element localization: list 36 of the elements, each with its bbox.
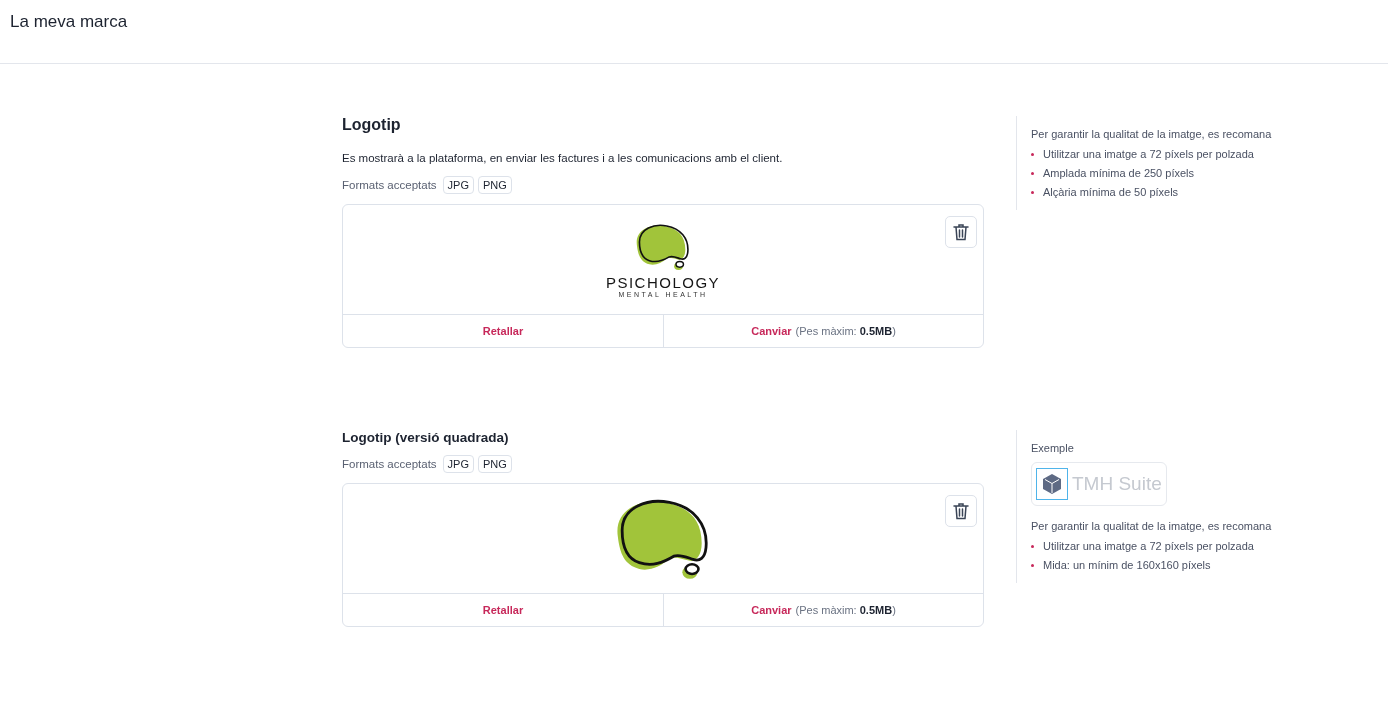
example-logo-text: TMH Suite — [1072, 473, 1162, 495]
recommendations-intro: Per garantir la qualitat de la imatge, es recomana — [1031, 128, 1273, 140]
recommendation-item: Alçària mínima de 50 píxels — [1043, 186, 1179, 198]
formats-label: Formats acceptats — [342, 458, 437, 470]
format-tag: PNG — [478, 455, 512, 473]
page-title: La meva marca — [10, 12, 129, 32]
crop-link[interactable]: Retallar — [482, 325, 524, 337]
example-label: Exemple — [1031, 442, 1075, 454]
delete-button[interactable] — [945, 216, 977, 248]
bullet-icon — [1031, 563, 1034, 567]
bullet-icon — [1031, 152, 1034, 156]
size-limit-text: (Pes màxim: 0.5MB) — [795, 604, 896, 616]
format-tag: JPG — [442, 176, 474, 194]
section-title: Logotip (versió quadrada) — [342, 430, 510, 445]
format-tag: JPG — [442, 455, 474, 473]
section-title: Logotip — [342, 116, 402, 134]
section-description: Es mostrarà a la plataforma, en enviar les factures i a les comunicacions amb el client. — [342, 152, 784, 164]
bullet-icon — [1031, 190, 1034, 194]
bullet-icon — [1031, 171, 1034, 175]
change-link[interactable]: Canviar — [751, 604, 792, 616]
recommendation-item: Mida: un mínim de 160x160 píxels — [1043, 559, 1211, 571]
crop-link[interactable]: Retallar — [482, 604, 524, 616]
recommendation-item: Amplada mínima de 250 píxels — [1043, 167, 1195, 179]
size-limit-text: (Pes màxim: 0.5MB) — [795, 325, 896, 337]
recommendation-item: Utilitzar una imatge a 72 píxels per polzada — [1043, 540, 1254, 552]
selected-cube-icon — [1036, 468, 1068, 500]
trash-icon — [953, 223, 969, 241]
logo-wordmark: PSICHOLOGY — [605, 273, 721, 291]
change-link[interactable]: Canviar — [751, 325, 792, 337]
formats-label: Formats acceptats — [342, 179, 437, 191]
bullet-icon — [1031, 544, 1034, 548]
recommendation-item: Utilitzar una imatge a 72 píxels per polzada — [1043, 148, 1254, 160]
recommendations-intro: Per garantir la qualitat de la imatge, es recomana — [1031, 520, 1273, 532]
trash-icon — [953, 502, 969, 520]
format-tag: PNG — [478, 176, 512, 194]
delete-button[interactable] — [945, 495, 977, 527]
